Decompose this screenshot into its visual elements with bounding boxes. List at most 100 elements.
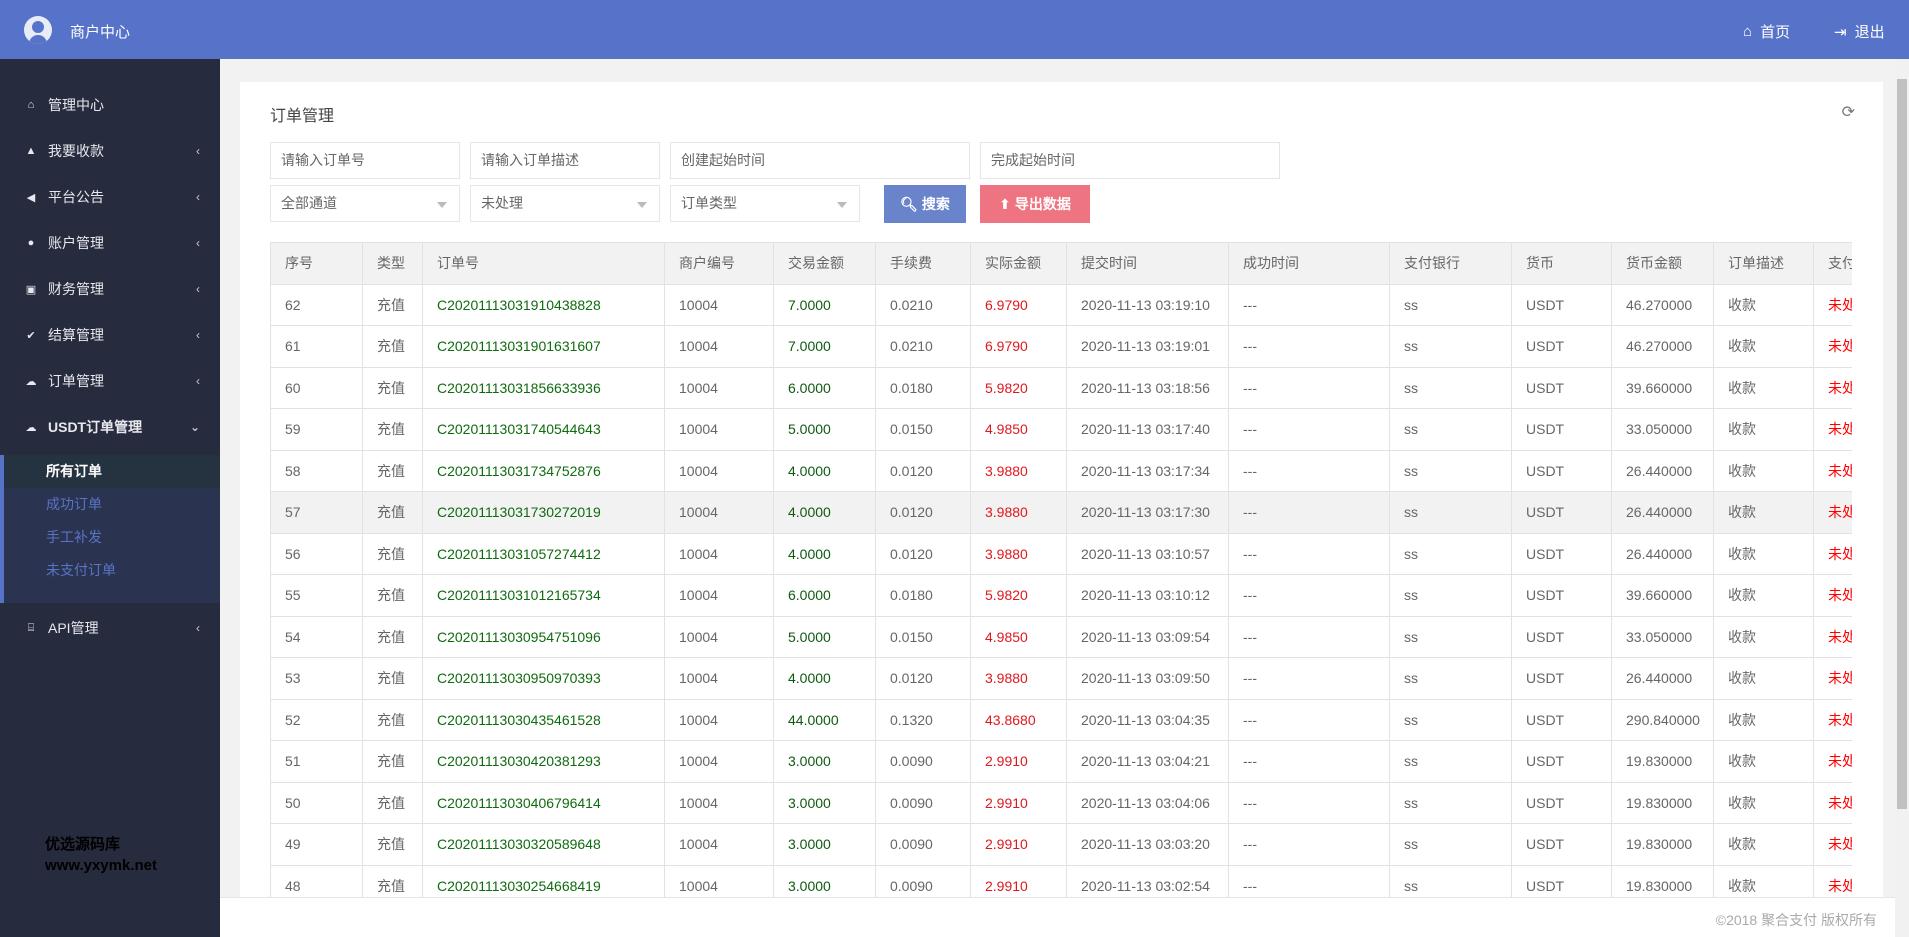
table-cell: 充值 (362, 325, 423, 368)
table-cell: 55 (270, 574, 363, 617)
create-time-input[interactable]: 创建起始时间 (670, 142, 970, 179)
sidebar-item-api[interactable]: ⌸ API管理 ‹ (0, 605, 220, 651)
sidebar-item-notice[interactable]: ◀ 平台公告 ‹ (0, 174, 220, 220)
table-cell: 充值 (362, 823, 423, 866)
table-cell: 26.440000 (1611, 491, 1714, 534)
table-cell: 2020-11-13 03:04:21 (1066, 740, 1229, 783)
table-cell: 26.440000 (1611, 449, 1714, 492)
sidebar-item-settlement[interactable]: ✔ 结算管理 ‹ (0, 312, 220, 358)
table-cell: 0.0120 (875, 657, 971, 700)
sidebar-item-orders[interactable]: ☁ 订单管理 ‹ (0, 358, 220, 404)
column-header: 序号 (270, 242, 363, 285)
table-cell: USDT (1511, 366, 1612, 409)
table-row[interactable]: 57 充值 C20201113031730272019 10004 4.0000 0.01… (270, 491, 1852, 534)
table-cell: 收款 (1713, 657, 1814, 700)
order-type-select[interactable]: 订单类型 (670, 185, 860, 222)
status-select[interactable]: 未处理 (470, 185, 660, 222)
table-cell: C20201113031057274412 (422, 532, 665, 575)
table-row[interactable]: 60 充值 C20201113031856633936 10004 6.0000 0.01… (270, 366, 1852, 409)
table-cell: 5.9820 (970, 366, 1067, 409)
table-cell: USDT (1511, 698, 1612, 741)
table-cell: 3.9880 (970, 449, 1067, 492)
table-cell: 6.9790 (970, 325, 1067, 368)
table-cell: C20201113030435461528 (422, 698, 665, 741)
table-cell: 3.9880 (970, 532, 1067, 575)
search-icon: 🔍︎ (900, 195, 918, 212)
submenu-manual-resend[interactable]: 手工补发 (4, 521, 220, 554)
table-cell: 充值 (362, 781, 423, 824)
table-cell: 39.660000 (1611, 366, 1714, 409)
table-cell: 52 (270, 698, 363, 741)
table-row[interactable]: 51 充值 C20201113030420381293 10004 3.0000 0.00… (270, 740, 1852, 783)
table-cell: --- (1228, 698, 1390, 741)
table-cell: 2020-11-13 03:18:56 (1066, 366, 1229, 409)
table-cell: 2020-11-13 03:09:54 (1066, 615, 1229, 658)
table-row[interactable]: 56 充值 C20201113031057274412 10004 4.0000 0.01… (270, 532, 1852, 575)
table-cell: 收款 (1713, 740, 1814, 783)
table-cell: 收款 (1713, 698, 1814, 741)
finish-time-input[interactable]: 完成起始时间 (980, 142, 1280, 179)
table-cell: 56 (270, 532, 363, 575)
table-cell: 33.050000 (1611, 408, 1714, 451)
column-header: 实际金额 (970, 242, 1067, 285)
sidebar-item-receive[interactable]: ▲ 我要收款 ‹ (0, 128, 220, 174)
table-cell: ss (1389, 740, 1512, 783)
table-cell: 收款 (1713, 325, 1814, 368)
table-cell: 10004 (664, 283, 774, 326)
submenu-success-orders[interactable]: 成功订单 (4, 488, 220, 521)
sidebar-item-finance[interactable]: ▣ 财务管理 ‹ (0, 266, 220, 312)
table-cell: USDT (1511, 781, 1612, 824)
chevron-left-icon: ‹ (196, 282, 200, 296)
table-cell: 充值 (362, 740, 423, 783)
table-cell: 0.0090 (875, 740, 971, 783)
table-row[interactable]: 62 充值 C20201113031910438828 10004 7.0000 0.02… (270, 283, 1852, 326)
home-link[interactable]: ⌂ 首页 (1743, 21, 1790, 42)
export-button[interactable]: ⬆ 导出数据 (980, 185, 1090, 223)
table-row[interactable]: 59 充值 C20201113031740544643 10004 5.0000 0.01… (270, 408, 1852, 451)
table-cell: 6.0000 (773, 366, 876, 409)
table-cell: 0.0090 (875, 781, 971, 824)
table-cell: 收款 (1713, 532, 1814, 575)
sidebar-item-account[interactable]: ● 账户管理 ‹ (0, 220, 220, 266)
table-cell: 2020-11-13 03:04:35 (1066, 698, 1229, 741)
table-cell: 46.270000 (1611, 283, 1714, 326)
table-cell: 3.9880 (970, 657, 1067, 700)
page-title: 订单管理 (270, 108, 335, 125)
table-row[interactable]: 55 充值 C20201113031012165734 10004 6.0000 0.01… (270, 574, 1852, 617)
table-cell: 10004 (664, 615, 774, 658)
scrollbar-thumb[interactable] (1897, 79, 1907, 809)
table-row[interactable]: 49 充值 C20201113030320589648 10004 3.0000 0.00… (270, 823, 1852, 866)
table-cell: 4.0000 (773, 491, 876, 534)
table-cell: --- (1228, 491, 1390, 534)
page-scrollbar[interactable] (1895, 59, 1909, 937)
table-cell: 2020-11-13 03:10:57 (1066, 532, 1229, 575)
table-cell: ss (1389, 615, 1512, 658)
table-row[interactable]: 54 充值 C20201113030954751096 10004 5.0000 0.01… (270, 615, 1852, 658)
order-panel: 订单管理 ⟳ 请输入订单号 请输入订单描述 创建起始时间 完成起始时间 全部通道… (240, 82, 1883, 902)
table-row[interactable]: 58 充值 C20201113031734752876 10004 4.0000 0.01… (270, 449, 1852, 492)
channel-select[interactable]: 全部通道 (270, 185, 460, 222)
table-cell: 5.9820 (970, 574, 1067, 617)
table-cell: 6.0000 (773, 574, 876, 617)
submenu-all-orders[interactable]: 所有订单 (4, 455, 220, 488)
refresh-icon[interactable]: ⟳ (1842, 102, 1855, 122)
sidebar-item-dashboard[interactable]: ⌂ 管理中心 (0, 82, 220, 128)
top-header: 商户中心 ⌂ 首页 ⇥ 退出 (0, 0, 1909, 59)
table-cell: 充值 (362, 532, 423, 575)
logout-link[interactable]: ⇥ 退出 (1834, 21, 1885, 42)
table-cell: 0.0180 (875, 574, 971, 617)
search-button[interactable]: 🔍︎ 搜索 (884, 185, 966, 223)
table-cell: 未处理 (1813, 283, 1852, 326)
sidebar-item-usdt-orders[interactable]: ☁ USDT订单管理 ⌄ (0, 404, 220, 450)
order-desc-input[interactable]: 请输入订单描述 (470, 142, 660, 179)
submenu-unpaid-orders[interactable]: 未支付订单 (4, 554, 220, 587)
table-row[interactable]: 52 充值 C20201113030435461528 10004 44.0000 0.1… (270, 698, 1852, 741)
table-row[interactable]: 50 充值 C20201113030406796414 10004 3.0000 0.00… (270, 781, 1852, 824)
table-cell: 收款 (1713, 574, 1814, 617)
table-cell: 充值 (362, 408, 423, 451)
order-no-input[interactable]: 请输入订单号 (270, 142, 460, 179)
table-row[interactable]: 61 充值 C20201113031901631607 10004 7.0000 0.02… (270, 325, 1852, 368)
table-row[interactable]: 53 充值 C20201113030950970393 10004 4.0000 0.01… (270, 657, 1852, 700)
column-header: 类型 (362, 242, 423, 285)
table-cell: 19.830000 (1611, 740, 1714, 783)
